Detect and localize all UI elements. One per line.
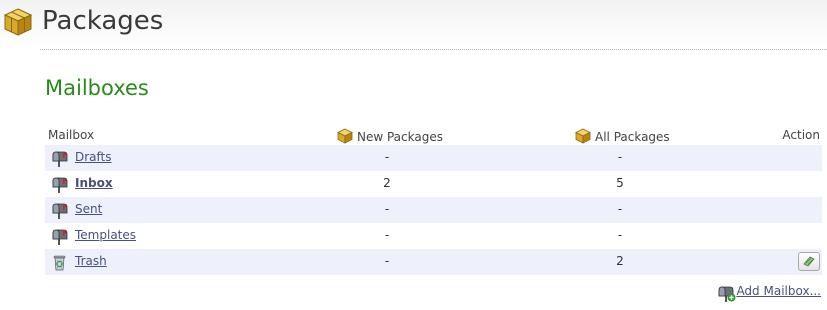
header-divider — [40, 49, 827, 50]
all-packages-count: - — [617, 150, 623, 164]
table-row: Drafts - - — [45, 145, 822, 171]
packages-page: Packages Mailboxes Mailbox New Packages … — [0, 0, 827, 310]
mailbox-link-inbox[interactable]: Inbox — [75, 176, 113, 190]
column-header-new-packages: New Packages — [337, 128, 443, 144]
package-box-icon — [3, 8, 33, 36]
table-row: Trash - 2 — [45, 249, 822, 275]
all-packages-count: 2 — [616, 254, 624, 268]
column-header-action: Action — [782, 128, 820, 142]
mailbox-icon — [52, 203, 68, 219]
mailbox-icon — [52, 177, 68, 193]
column-header-all-packages-label: All Packages — [595, 130, 670, 144]
new-packages-count: - — [384, 228, 390, 242]
mailbox-table: Mailbox New Packages All Packages Action — [45, 126, 822, 275]
all-packages-count: 5 — [616, 176, 624, 190]
new-packages-count: - — [384, 202, 390, 216]
new-packages-count: - — [384, 254, 390, 268]
table-row: Templates - - — [45, 223, 822, 249]
column-header-mailbox: Mailbox — [48, 128, 95, 142]
table-row: Sent - - — [45, 197, 822, 223]
mailbox-link-sent[interactable]: Sent — [75, 202, 102, 216]
column-header-new-packages-label: New Packages — [357, 130, 443, 144]
add-mailbox-link[interactable]: Add Mailbox... — [736, 284, 821, 298]
empty-trash-icon — [803, 256, 815, 267]
trash-can-icon — [53, 255, 66, 271]
empty-trash-button[interactable] — [798, 252, 820, 271]
table-header: Mailbox New Packages All Packages Action — [45, 126, 822, 145]
column-header-all-packages: All Packages — [575, 128, 670, 144]
page-title: Packages — [42, 6, 164, 36]
page-header: Packages — [0, 0, 827, 46]
table-row: Inbox 2 5 — [45, 171, 822, 197]
new-packages-count: - — [384, 150, 390, 164]
all-packages-count: - — [617, 228, 623, 242]
section-title: Mailboxes — [45, 76, 149, 100]
all-packages-count: - — [617, 202, 623, 216]
mailbox-link-drafts[interactable]: Drafts — [75, 150, 112, 164]
mailbox-icon — [52, 229, 68, 245]
mailbox-link-trash[interactable]: Trash — [75, 254, 107, 268]
package-box-icon — [337, 128, 353, 144]
mailbox-icon — [52, 151, 68, 167]
new-packages-count: 2 — [383, 176, 391, 190]
mailbox-link-templates[interactable]: Templates — [75, 228, 136, 242]
add-mailbox-icon[interactable] — [718, 285, 736, 302]
package-box-icon — [575, 128, 591, 144]
